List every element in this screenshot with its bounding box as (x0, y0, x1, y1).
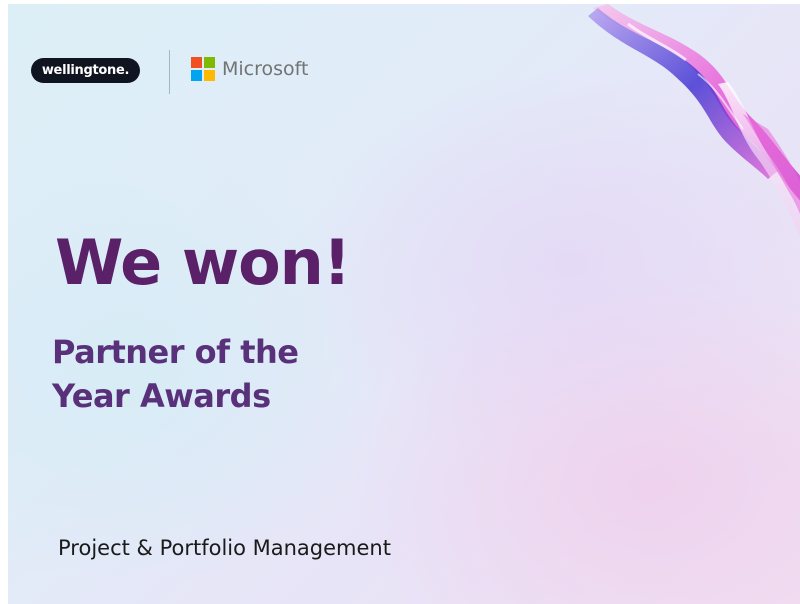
headline: We won! (55, 226, 351, 299)
microsoft-logo-icon (191, 57, 215, 81)
ms-logo-yellow-square (204, 70, 215, 81)
ms-logo-blue-square (191, 70, 202, 81)
award-title: Partner of the Year Awards (52, 330, 299, 418)
award-slide: wellingtone. Microsoft We won! Partner o… (8, 4, 800, 604)
decorative-ribbon (588, 4, 800, 237)
ms-logo-red-square (191, 57, 202, 68)
microsoft-wordmark: Microsoft (222, 58, 309, 80)
award-category: Project & Portfolio Management (58, 536, 391, 560)
award-title-line-2: Year Awards (52, 377, 271, 415)
wellingtone-logo: wellingtone. (31, 58, 140, 83)
ms-logo-green-square (204, 57, 215, 68)
award-title-line-1: Partner of the (52, 333, 299, 371)
logo-divider (169, 50, 170, 94)
